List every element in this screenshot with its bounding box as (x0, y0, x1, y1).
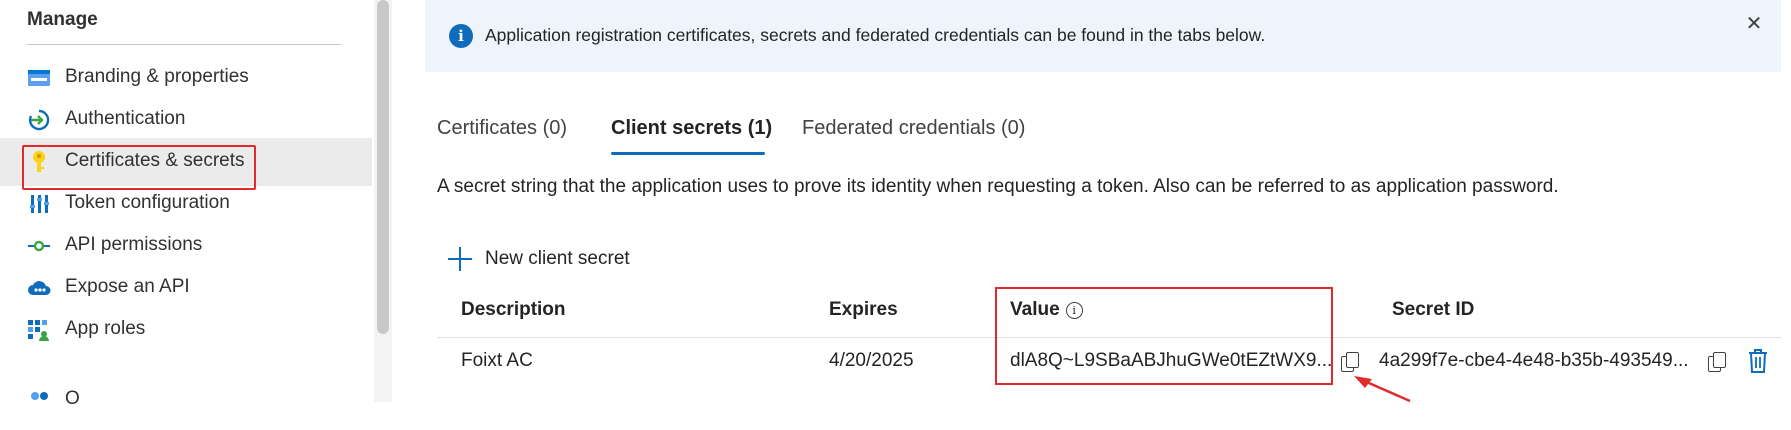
tab-certificates[interactable]: Certificates (0) (437, 117, 567, 140)
info-banner-text: Application registration certificates, s… (485, 25, 1266, 45)
app-roles-icon (27, 318, 51, 342)
active-tab-indicator (611, 152, 765, 155)
tab-client-secrets[interactable]: Client secrets (1) (611, 117, 772, 140)
sidebar-item-label: O (65, 388, 80, 409)
branding-icon (27, 66, 51, 90)
token-configuration-icon (27, 192, 51, 216)
new-client-secret-button[interactable]: New client secret (448, 245, 630, 273)
sidebar-item-label: Token configuration (65, 192, 230, 213)
close-icon[interactable]: ✕ (1742, 12, 1766, 36)
copy-value-icon[interactable] (1341, 352, 1359, 372)
sidebar-item-api-permissions[interactable]: API permissions (0, 222, 372, 270)
authentication-icon (27, 108, 51, 132)
section-description: A secret string that the application use… (437, 176, 1559, 197)
copy-secret-id-icon[interactable] (1708, 352, 1726, 372)
annotation-arrow (1352, 375, 1412, 403)
sidebar-scrollbar-thumb[interactable] (377, 0, 389, 334)
plus-icon (448, 247, 472, 271)
sidebar-item-label: API permissions (65, 234, 203, 255)
delete-icon[interactable] (1748, 348, 1768, 374)
secret-expires: 4/20/2025 (829, 350, 914, 371)
api-permissions-icon (27, 234, 51, 258)
sidebar: Manage Branding & properties Authenticat… (0, 0, 372, 409)
sidebar-section-title: Manage (27, 9, 98, 30)
people-icon (27, 388, 51, 412)
sidebar-item-token-configuration[interactable]: Token configuration (0, 180, 372, 228)
column-header-expires: Expires (829, 299, 898, 320)
sidebar-item-expose-api[interactable]: Expose an API (0, 264, 372, 312)
sidebar-item-label: Expose an API (65, 276, 190, 297)
tab-federated-credentials[interactable]: Federated credentials (0) (802, 117, 1025, 140)
column-header-secret-id: Secret ID (1392, 299, 1475, 320)
sidebar-divider (27, 44, 341, 45)
cloud-icon (27, 276, 51, 300)
column-header-description: Description (461, 299, 566, 320)
secret-description: Foixt AC (461, 350, 533, 371)
sidebar-item-label: App roles (65, 318, 146, 339)
new-client-secret-label: New client secret (485, 248, 630, 269)
sidebar-item-branding[interactable]: Branding & properties (0, 54, 372, 102)
value-highlight-box (995, 287, 1333, 385)
sidebar-item-authentication[interactable]: Authentication (0, 96, 372, 144)
sidebar-item-owners[interactable]: O (0, 382, 372, 430)
sidebar-item-app-roles[interactable]: App roles (0, 306, 372, 354)
sidebar-item-label: Authentication (65, 108, 186, 129)
secret-id: 4a299f7e-cbe4-4e48-b35b-493549... (1379, 350, 1689, 371)
info-icon: i (449, 24, 473, 48)
sidebar-item-label: Branding & properties (65, 66, 249, 87)
